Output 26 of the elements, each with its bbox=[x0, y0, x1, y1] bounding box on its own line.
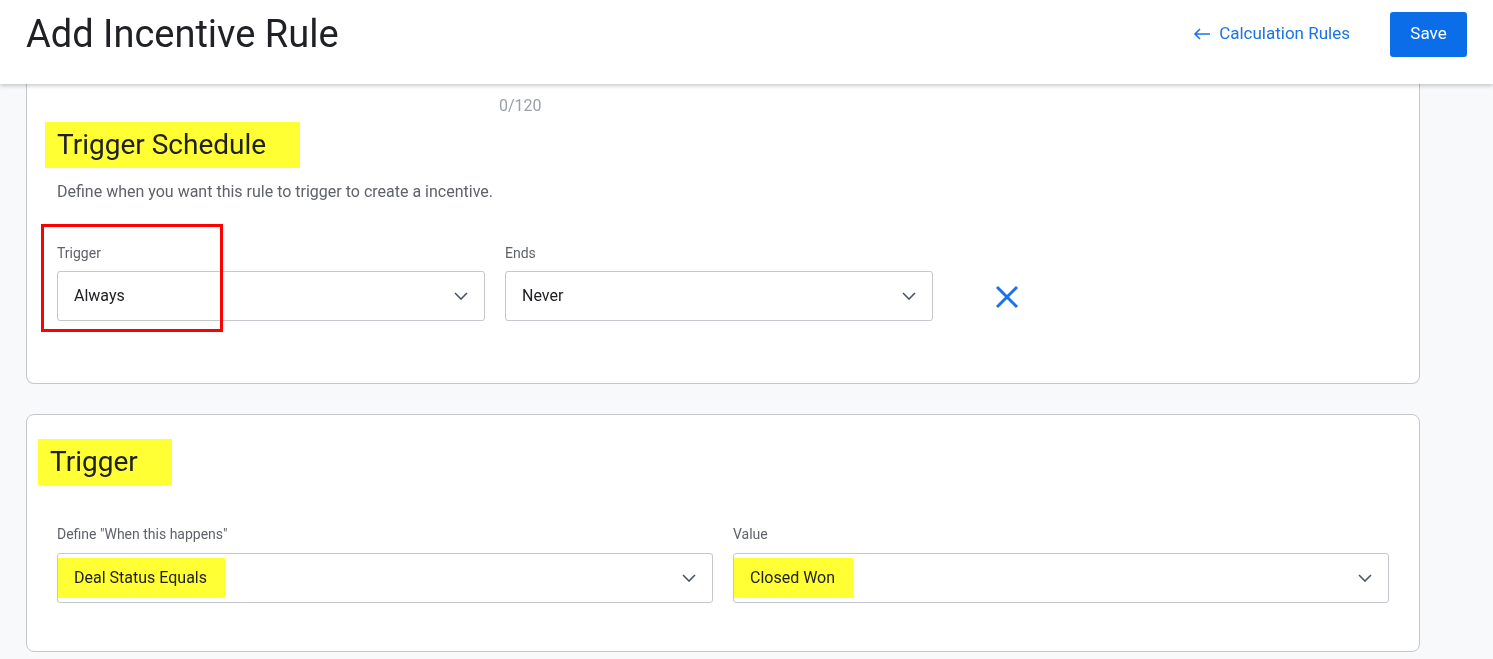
section-title: Trigger Schedule bbox=[45, 122, 301, 168]
field-label: Ends bbox=[505, 246, 537, 262]
chevron-down-icon bbox=[682, 573, 696, 582]
select-field[interactable]: Always bbox=[57, 271, 485, 322]
back-link-text: Calculation Rules bbox=[1219, 22, 1350, 46]
page-title: Add Incentive Rule bbox=[26, 10, 340, 58]
section-title: Trigger bbox=[38, 439, 172, 486]
select-value: Deal Status Equals bbox=[58, 557, 225, 598]
select-field[interactable]: Never bbox=[505, 271, 933, 322]
arrow-left-icon bbox=[1193, 28, 1212, 40]
close-icon[interactable] bbox=[995, 284, 1019, 309]
select-value: Always bbox=[74, 285, 125, 308]
select-value: Closed Won bbox=[734, 557, 854, 598]
character-counter: 0/120 bbox=[499, 96, 542, 115]
chevron-down-icon bbox=[454, 292, 468, 301]
chevron-down-icon bbox=[1358, 573, 1372, 582]
save-button[interactable]: Save bbox=[1390, 11, 1467, 57]
field-label: Trigger bbox=[57, 246, 102, 262]
select-field[interactable]: Closed Won bbox=[733, 552, 1389, 603]
back-link[interactable]: Calculation Rules bbox=[1193, 21, 1350, 47]
select-value: Never bbox=[522, 285, 564, 308]
chevron-down-icon bbox=[902, 292, 916, 301]
field-label: Value bbox=[733, 527, 769, 543]
select-field[interactable]: Deal Status Equals bbox=[57, 552, 713, 603]
field-label: Define "When this happens" bbox=[57, 527, 229, 543]
section-description: Define when you want this rule to trigger to create a incentive. bbox=[57, 181, 494, 203]
